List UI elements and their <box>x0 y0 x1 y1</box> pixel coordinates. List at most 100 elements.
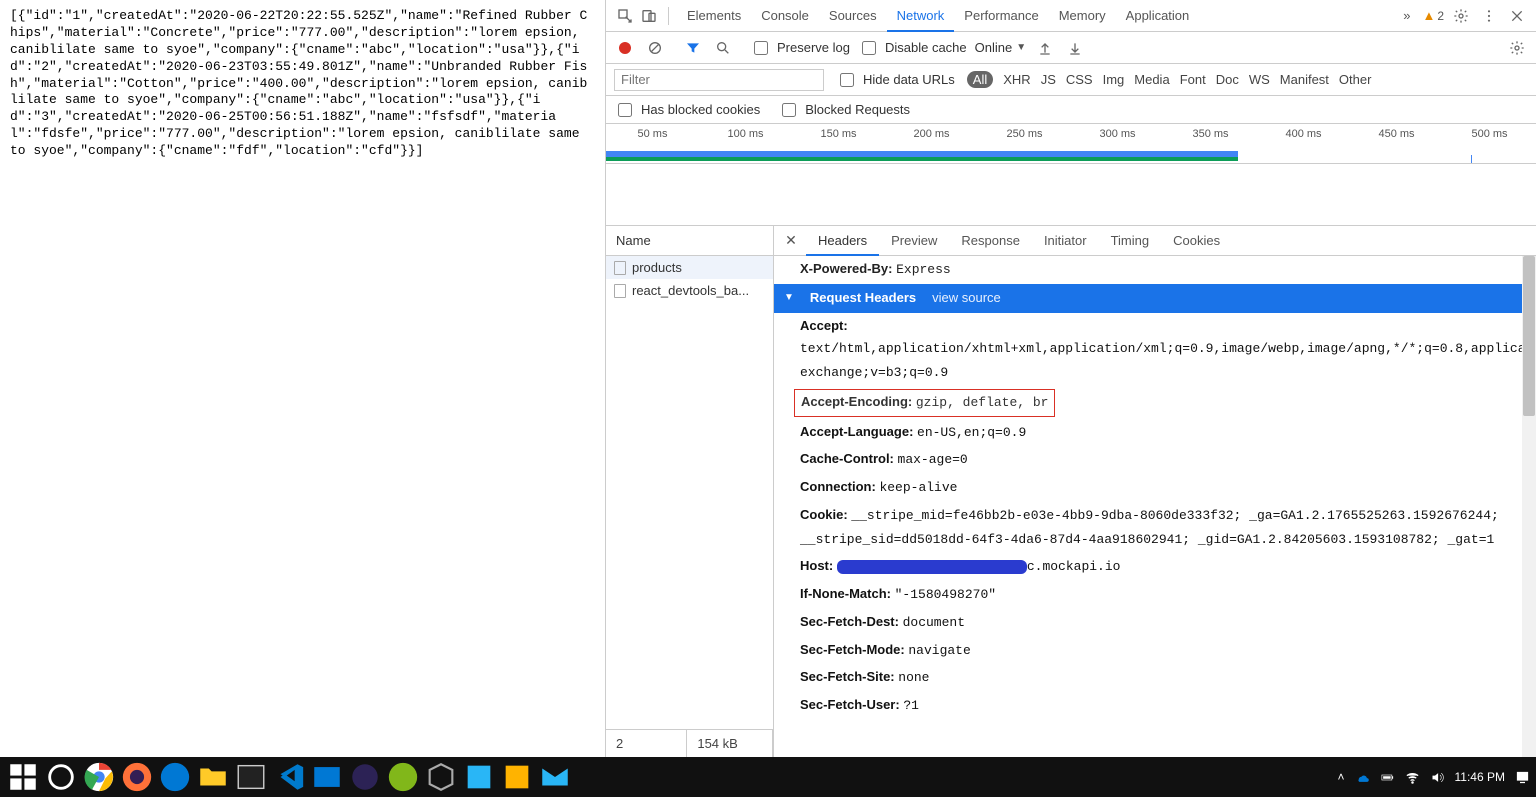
request-item[interactable]: products <box>606 256 773 279</box>
throttle-select[interactable]: Online▼ <box>975 40 1026 55</box>
request-header-row: Sec-Fetch-Site: none <box>774 664 1536 692</box>
request-header-row: Host: c.mockapi.io <box>774 553 1536 581</box>
wifi-icon[interactable] <box>1405 770 1420 785</box>
start-button[interactable] <box>6 760 40 794</box>
preserve-log-checkbox[interactable]: Preserve log <box>750 38 850 58</box>
chevron-up-icon[interactable]: ˄ <box>1338 770 1345 784</box>
request-header-row: Accept-Encoding: gzip, deflate, br <box>794 389 1055 417</box>
tab-application[interactable]: Application <box>1116 0 1200 32</box>
edge-icon[interactable] <box>158 760 192 794</box>
eclipse-icon[interactable] <box>348 760 382 794</box>
tab-console[interactable]: Console <box>751 0 819 32</box>
taskbar: ˄ 11:46 PM <box>0 757 1536 797</box>
volume-icon[interactable] <box>1430 770 1445 785</box>
scrollbar[interactable] <box>1522 256 1536 757</box>
app-icon-1[interactable] <box>462 760 496 794</box>
devtools-tabs: ElementsConsoleSourcesNetworkPerformance… <box>677 0 1199 32</box>
record-icon[interactable] <box>614 37 636 59</box>
explorer-icon[interactable] <box>196 760 230 794</box>
tab-network[interactable]: Network <box>887 0 955 32</box>
chip-all[interactable]: All <box>967 71 993 88</box>
cortana-icon[interactable] <box>44 760 78 794</box>
tab-memory[interactable]: Memory <box>1049 0 1116 32</box>
page-content: [{"id":"1","createdAt":"2020-06-22T20:22… <box>0 0 605 757</box>
chrome-icon[interactable] <box>82 760 116 794</box>
chip-doc[interactable]: Doc <box>1216 72 1239 87</box>
request-list: Name productsreact_devtools_ba... 2 requ… <box>606 226 774 757</box>
filter-toggle-icon[interactable] <box>682 37 704 59</box>
tab-elements[interactable]: Elements <box>677 0 751 32</box>
request-header-row: Cookie: __stripe_mid=fe46bb2b-e03e-4bb9-… <box>774 502 1536 554</box>
chip-ws[interactable]: WS <box>1249 72 1270 87</box>
inspect-icon[interactable] <box>614 5 636 27</box>
app-icon-2[interactable] <box>500 760 534 794</box>
timeline-overview[interactable]: 50 ms100 ms150 ms200 ms250 ms300 ms350 m… <box>606 124 1536 164</box>
chip-font[interactable]: Font <box>1180 72 1206 87</box>
mail-icon[interactable] <box>538 760 572 794</box>
detail-tab-preview[interactable]: Preview <box>879 226 949 256</box>
detail-tabs: ✕ HeadersPreviewResponseInitiatorTimingC… <box>774 226 1536 256</box>
chip-img[interactable]: Img <box>1103 72 1125 87</box>
kebab-icon[interactable] <box>1478 5 1500 27</box>
network-settings-icon[interactable] <box>1506 37 1528 59</box>
chip-other[interactable]: Other <box>1339 72 1372 87</box>
detail-tab-cookies[interactable]: Cookies <box>1161 226 1232 256</box>
vscode-icon[interactable] <box>272 760 306 794</box>
timeline-waterfall[interactable] <box>606 164 1536 226</box>
detail-tab-initiator[interactable]: Initiator <box>1032 226 1099 256</box>
chip-xhr[interactable]: XHR <box>1003 72 1030 87</box>
download-har-icon[interactable] <box>1064 37 1086 59</box>
request-list-footer: 2 requests 154 kB tr… <box>606 729 773 757</box>
request-header-row: Cache-Control: max-age=0 <box>774 446 1536 474</box>
unity-icon[interactable] <box>424 760 458 794</box>
blocked-requests-checkbox[interactable]: Blocked Requests <box>778 100 910 120</box>
headers-pane[interactable]: X-Powered-By: Express ▼ Request Headers … <box>774 256 1536 757</box>
request-detail: ✕ HeadersPreviewResponseInitiatorTimingC… <box>774 226 1536 757</box>
system-tray[interactable]: ˄ 11:46 PM <box>1338 770 1531 785</box>
chip-manifest[interactable]: Manifest <box>1280 72 1329 87</box>
detail-tab-timing[interactable]: Timing <box>1099 226 1162 256</box>
onedrive-icon[interactable] <box>1355 770 1370 785</box>
more-tabs[interactable]: » <box>1397 0 1416 32</box>
redacted-host <box>837 560 1027 574</box>
tab-performance[interactable]: Performance <box>954 0 1048 32</box>
file-icon <box>614 261 626 275</box>
battery-icon[interactable] <box>1380 770 1395 785</box>
chip-media[interactable]: Media <box>1134 72 1169 87</box>
firefox-icon[interactable] <box>120 760 154 794</box>
view-source-link[interactable]: view source <box>932 287 1001 310</box>
tab-sources[interactable]: Sources <box>819 0 887 32</box>
blocked-row: Has blocked cookies Blocked Requests <box>606 96 1536 124</box>
disable-cache-checkbox[interactable]: Disable cache <box>858 38 967 58</box>
warning-count[interactable]: ▲2 <box>1422 8 1444 23</box>
close-devtools-icon[interactable] <box>1506 5 1528 27</box>
filter-row: Hide data URLs All XHR JS CSS Img Media Font Do… <box>606 64 1536 96</box>
search-icon[interactable] <box>712 37 734 59</box>
hide-data-urls-checkbox[interactable]: Hide data URLs <box>836 70 955 90</box>
response-header-row: X-Powered-By: Express <box>774 256 1536 284</box>
notifications-icon[interactable] <box>1515 770 1530 785</box>
file-icon <box>614 284 626 298</box>
request-headers-section[interactable]: ▼ Request Headers view source <box>774 284 1536 313</box>
request-item[interactable]: react_devtools_ba... <box>606 279 773 302</box>
device-toggle-icon[interactable] <box>638 5 660 27</box>
clear-icon[interactable] <box>644 37 666 59</box>
spotify-icon[interactable] <box>386 760 420 794</box>
name-column-header[interactable]: Name <box>606 226 773 256</box>
request-header-row: Sec-Fetch-User: ?1 <box>774 692 1536 720</box>
network-toolbar: Preserve log Disable cache Online▼ <box>606 32 1536 64</box>
detail-tab-response[interactable]: Response <box>949 226 1032 256</box>
chip-js[interactable]: JS <box>1041 72 1056 87</box>
close-detail-icon[interactable]: ✕ <box>780 232 802 249</box>
outlook-icon[interactable] <box>310 760 344 794</box>
devtools-panel: ElementsConsoleSourcesNetworkPerformance… <box>605 0 1536 757</box>
terminal-icon[interactable] <box>234 760 268 794</box>
chip-css[interactable]: CSS <box>1066 72 1093 87</box>
detail-tab-headers[interactable]: Headers <box>806 226 879 256</box>
clock[interactable]: 11:46 PM <box>1455 770 1505 784</box>
has-blocked-cookies-checkbox[interactable]: Has blocked cookies <box>614 100 760 120</box>
filter-input[interactable] <box>614 69 824 91</box>
request-header-row: If-None-Match: "-1580498270" <box>774 581 1536 609</box>
settings-icon[interactable] <box>1450 5 1472 27</box>
upload-har-icon[interactable] <box>1034 37 1056 59</box>
